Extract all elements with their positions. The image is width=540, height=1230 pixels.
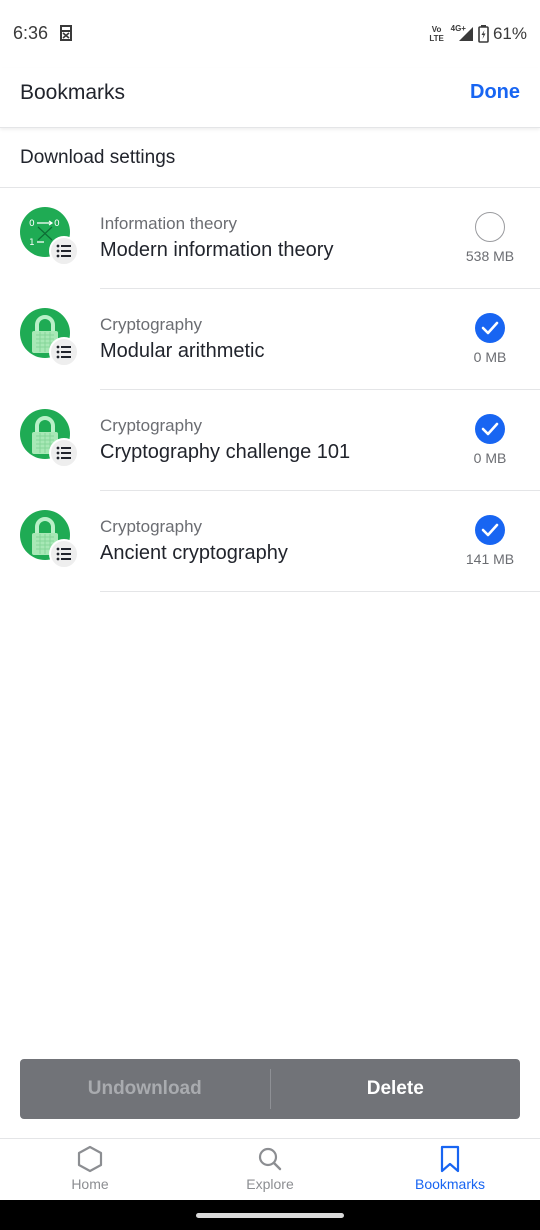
app-header: Bookmarks Done	[0, 68, 540, 128]
list-item[interactable]: Cryptography Modular arithmetic 0 MB	[0, 289, 540, 390]
divider	[100, 591, 540, 592]
svg-text:0: 0	[29, 219, 35, 229]
item-title: Cryptography challenge 101	[100, 441, 351, 463]
list-item[interactable]: 0 0 1 Information theory Modern informat…	[0, 188, 540, 289]
select-checkbox[interactable]	[475, 212, 505, 242]
nav-explore-label: Explore	[246, 1176, 294, 1192]
select-checkbox[interactable]	[475, 414, 505, 444]
nav-home[interactable]: Home	[0, 1139, 180, 1200]
bottom-nav: Home Explore Bookmarks	[0, 1138, 540, 1200]
item-title: Modern information theory	[100, 239, 334, 261]
bookmark-icon	[440, 1145, 460, 1173]
item-size: 0 MB	[473, 450, 507, 466]
done-button[interactable]: Done	[470, 81, 520, 104]
checkmark-icon	[481, 321, 499, 335]
list-icon	[56, 446, 71, 460]
course-thumbnail	[20, 308, 80, 368]
search-icon	[258, 1147, 282, 1171]
course-thumbnail	[20, 510, 80, 570]
svg-text:0: 0	[54, 219, 60, 229]
course-thumbnail: 0 0 1	[20, 207, 80, 267]
undownload-button[interactable]: Undownload	[20, 1059, 270, 1119]
item-category: Cryptography	[100, 416, 203, 435]
status-time: 6:36	[13, 23, 49, 43]
bookmark-list: 0 0 1 Information theory Modern informat…	[0, 188, 540, 592]
nav-explore[interactable]: Explore	[180, 1139, 360, 1200]
item-size: 0 MB	[473, 349, 507, 365]
sync-icon	[60, 25, 72, 41]
network-type: 4G+	[450, 23, 466, 33]
course-thumbnail	[20, 409, 80, 469]
home-gesture-pill[interactable]	[196, 1213, 344, 1218]
nav-bookmarks-label: Bookmarks	[414, 1176, 486, 1192]
item-size: 141 MB	[465, 551, 515, 567]
list-item[interactable]: Cryptography Cryptography challenge 101 …	[0, 390, 540, 491]
checkmark-icon	[481, 422, 499, 436]
download-settings-label: Download settings	[20, 147, 176, 168]
select-checkbox[interactable]	[475, 313, 505, 343]
list-icon	[56, 547, 71, 561]
list-item[interactable]: Cryptography Ancient cryptography 141 MB	[0, 491, 540, 592]
item-category: Cryptography	[100, 517, 203, 536]
volte-indicator: Vo LTE	[429, 25, 444, 43]
status-bar: 6:36 Vo LTE 4G+ 61%	[0, 0, 540, 68]
svg-text:1: 1	[29, 238, 35, 248]
system-nav-bar	[0, 1200, 540, 1230]
item-category: Information theory	[100, 214, 238, 233]
download-settings-row[interactable]: Download settings	[0, 129, 540, 188]
nav-home-label: Home	[71, 1176, 109, 1192]
home-hexagon-icon	[77, 1145, 103, 1173]
status-indicators: Vo LTE 4G+ 61%	[427, 22, 527, 46]
select-checkbox[interactable]	[475, 515, 505, 545]
list-icon	[56, 244, 71, 258]
item-title: Modular arithmetic	[100, 340, 265, 362]
item-size: 538 MB	[465, 248, 515, 264]
action-bar: Undownload Delete	[20, 1059, 520, 1119]
item-category: Cryptography	[100, 315, 203, 334]
list-icon	[56, 345, 71, 359]
item-title: Ancient cryptography	[100, 542, 288, 564]
page-title: Bookmarks	[20, 81, 126, 104]
delete-button[interactable]: Delete	[271, 1059, 521, 1119]
battery-icon	[478, 25, 489, 43]
nav-bookmarks[interactable]: Bookmarks	[360, 1139, 540, 1200]
checkmark-icon	[481, 523, 499, 537]
battery-percent: 61%	[492, 24, 527, 43]
